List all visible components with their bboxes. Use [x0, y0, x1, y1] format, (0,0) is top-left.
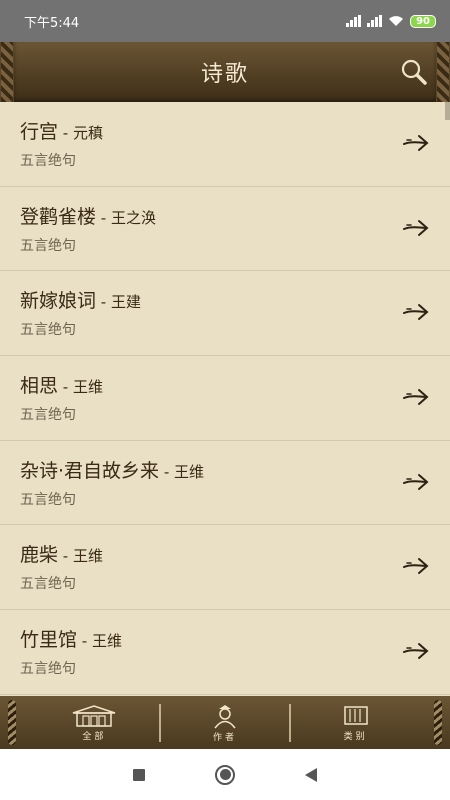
poem-heading: 杂诗·君自故乡来 - 王维 — [20, 456, 204, 483]
poem-list-item[interactable]: 相思 - 王维五言绝句 — [0, 356, 450, 441]
tab-divider — [158, 703, 161, 742]
poem-list-item[interactable]: 行宫 - 元稹五言绝句 — [0, 102, 450, 187]
arrow-right-icon[interactable] — [402, 301, 430, 323]
decorative-rope-right — [434, 700, 442, 745]
poem-list-item[interactable]: 登鹳雀楼 - 王之涣五言绝句 — [0, 187, 450, 272]
scholar-icon — [214, 704, 236, 728]
arrow-right-icon[interactable] — [402, 217, 430, 239]
signal-icon — [346, 15, 362, 27]
poem-list-item[interactable]: 新嫁娘词 - 王建五言绝句 — [0, 271, 450, 357]
decorative-rope-left — [8, 700, 16, 745]
poem-author: 王建 — [110, 293, 141, 312]
page-title: 诗歌 — [200, 62, 249, 87]
poem-category: 五言绝句 — [20, 153, 76, 169]
arrow-right-icon[interactable] — [402, 386, 430, 408]
poem-title: 新嫁娘词 — [20, 290, 97, 313]
poem-heading: 鹿柴 - 王维 — [20, 540, 103, 567]
poem-title: 杂诗·君自故乡来 — [20, 459, 160, 482]
status-time: 下午5:44 — [24, 15, 80, 31]
status-icons: 90 — [346, 14, 436, 28]
poem-category: 五言绝句 — [20, 661, 76, 678]
poem-author: 王之涣 — [110, 208, 156, 227]
poem-author: 王维 — [72, 378, 103, 397]
wifi-icon — [389, 16, 404, 26]
poem-list[interactable]: 行宫 - 元稹 五言绝句 登鹳雀楼 - 王之涣 五言绝句 新嫁娘词 - 王建 五言绝句 相思… — [0, 102, 450, 696]
signal-icon-2 — [367, 15, 383, 27]
app-header: 诗歌 — [0, 42, 450, 102]
arrow-right-icon[interactable] — [402, 555, 430, 577]
building-icon — [73, 704, 116, 727]
system-nav-bar — [0, 749, 450, 800]
tab-categories-label: 类别 — [343, 731, 368, 742]
back-button[interactable] — [305, 767, 317, 782]
tab-authors[interactable]: 作者 — [161, 701, 290, 745]
bottom-tab-bar: 全部 作者 类别 — [0, 696, 450, 749]
tab-authors-label: 作者 — [213, 732, 238, 743]
poem-heading: 新嫁娘词 - 王建 — [20, 286, 141, 313]
poem-heading: 相思 - 王维 — [20, 371, 103, 398]
scroll-icon — [343, 705, 368, 725]
poem-category: 五言绝句 — [20, 491, 76, 508]
tab-all-label: 全部 — [82, 731, 107, 742]
poem-separator: - — [96, 293, 111, 312]
poem-list-item[interactable]: 竹里馆 - 王维 五言绝句 — [0, 610, 450, 695]
poem-separator: - — [77, 632, 92, 651]
recent-apps-button[interactable] — [133, 768, 145, 781]
poem-author: 王维 — [72, 547, 103, 566]
poem-heading: 行宫 - 元稹 — [20, 117, 103, 144]
battery-indicator: 90 — [410, 14, 436, 28]
poem-author: 王维 — [174, 462, 205, 481]
poem-separator: - — [58, 547, 73, 566]
arrow-right-icon[interactable] — [402, 471, 430, 493]
tab-all[interactable]: 全部 — [30, 701, 159, 745]
poem-category: 五言绝句 — [20, 322, 76, 339]
poem-title: 竹里馆 — [20, 629, 78, 652]
poem-title: 鹿柴 — [20, 544, 59, 567]
poem-heading: 竹里馆 - 王维 — [20, 625, 122, 652]
poem-separator: - — [159, 462, 174, 481]
arrow-right-icon[interactable] — [402, 640, 430, 662]
poem-category: 五言绝句 — [20, 237, 76, 254]
poem-list-item[interactable]: 鹿柴 - 王维五言绝句 — [0, 525, 450, 611]
search-icon[interactable] — [398, 56, 430, 88]
poem-title: 相思 — [20, 375, 59, 398]
poem-title: 登鹳雀楼 — [20, 205, 97, 228]
poem-author: 王维 — [91, 632, 122, 651]
poem-separator: - — [58, 124, 73, 142]
poem-separator: - — [96, 208, 111, 227]
status-bar: 下午5:44 90 — [0, 0, 450, 42]
home-dot-icon — [219, 769, 231, 780]
poem-list-item[interactable]: 杂诗·君自故乡来 - 王维五言绝句 — [0, 441, 450, 526]
tab-categories[interactable]: 类别 — [291, 701, 420, 745]
poem-separator: - — [58, 378, 73, 397]
arrow-right-icon[interactable] — [402, 132, 430, 154]
poem-category: 五言绝句 — [20, 576, 76, 593]
home-button[interactable] — [215, 764, 235, 785]
poem-category: 五言绝句 — [20, 407, 76, 424]
poem-author: 元稹 — [72, 124, 103, 142]
poem-heading: 登鹳雀楼 - 王之涣 — [20, 202, 156, 229]
tab-divider — [289, 703, 292, 742]
poem-title: 行宫 — [20, 121, 59, 143]
